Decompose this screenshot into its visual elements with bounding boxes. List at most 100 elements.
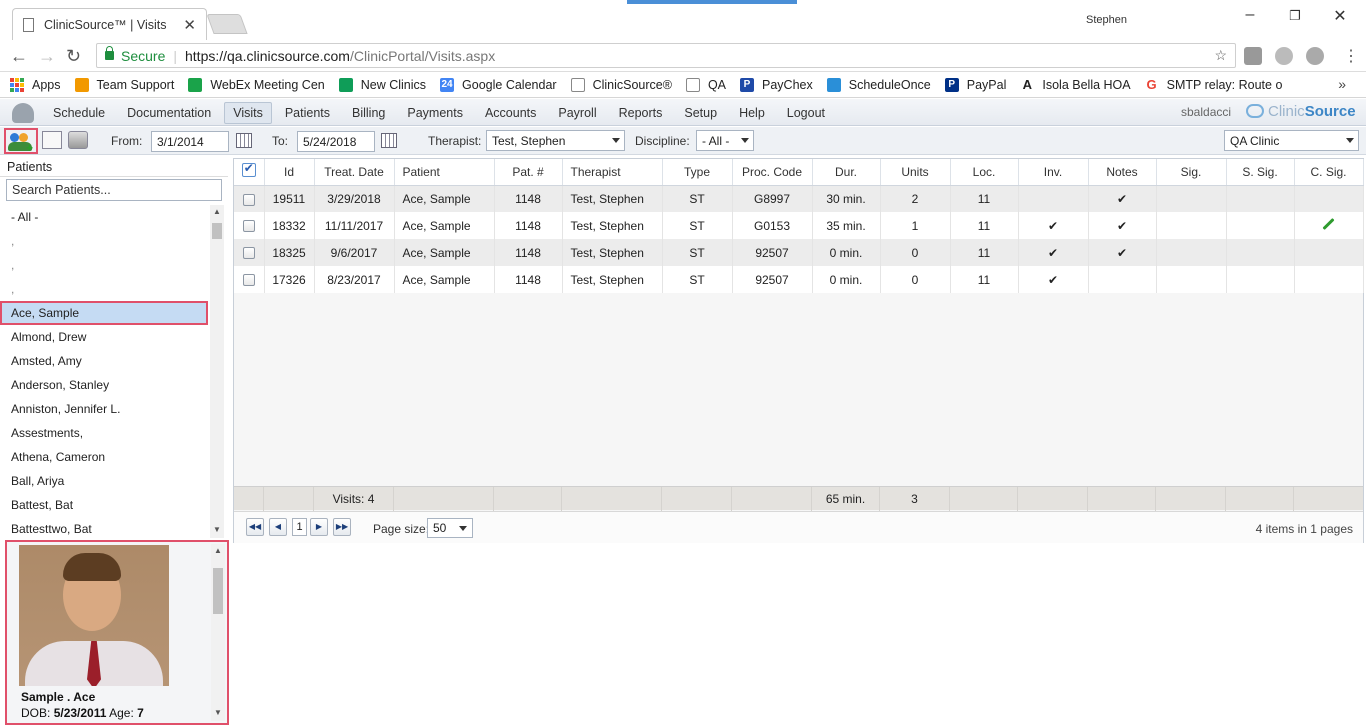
menu-billing[interactable]: Billing bbox=[343, 102, 394, 124]
pencil-icon[interactable] bbox=[1322, 217, 1335, 231]
row-select-cell[interactable] bbox=[234, 212, 265, 239]
scroll-up-icon[interactable]: ▲ bbox=[214, 546, 222, 555]
prev-page-icon[interactable]: ◀ bbox=[269, 518, 287, 536]
menu-payroll[interactable]: Payroll bbox=[549, 102, 605, 124]
column-header[interactable]: Sig. bbox=[1156, 159, 1227, 186]
column-header[interactable]: Pat. # bbox=[494, 159, 563, 186]
table-row[interactable]: 17326 8/23/2017 Ace, Sample 1148 Test, Steph… bbox=[234, 266, 1364, 293]
patient-list-item[interactable]: Anniston, Jennifer L. bbox=[0, 397, 210, 421]
patient-list-item[interactable]: Battest, Bat bbox=[0, 493, 210, 517]
bookmark-item[interactable]: 24 Google Calendar bbox=[440, 77, 557, 92]
patient-list-item[interactable]: , bbox=[0, 253, 210, 277]
menu-schedule[interactable]: Schedule bbox=[44, 102, 114, 124]
column-header[interactable]: Dur. bbox=[812, 159, 881, 186]
patient-list-item[interactable]: Athena, Cameron bbox=[0, 445, 210, 469]
row-checkbox[interactable] bbox=[242, 247, 255, 260]
page-size-select[interactable]: 50 bbox=[427, 518, 473, 538]
row-checkbox[interactable] bbox=[242, 220, 255, 233]
menu-documentation[interactable]: Documentation bbox=[118, 102, 220, 124]
print-icon[interactable] bbox=[68, 131, 88, 149]
patient-list-item[interactable]: Battesttwo, Bat bbox=[0, 517, 210, 538]
calendar-icon[interactable] bbox=[236, 133, 252, 148]
minimize-icon[interactable]: – bbox=[1230, 6, 1270, 24]
card-scrollbar[interactable]: ▲ ▼ bbox=[211, 544, 225, 721]
patient-list-item[interactable]: - All - bbox=[0, 205, 210, 229]
menu-setup[interactable]: Setup bbox=[675, 102, 726, 124]
menu-payments[interactable]: Payments bbox=[398, 102, 472, 124]
next-page-icon[interactable]: ▶ bbox=[310, 518, 328, 536]
patient-list-item[interactable]: , bbox=[0, 277, 210, 301]
extension-icon[interactable] bbox=[1306, 47, 1324, 65]
bookmark-item[interactable]: G SMTP relay: Route o bbox=[1145, 77, 1283, 92]
column-header[interactable]: C. Sig. bbox=[1294, 159, 1364, 186]
scroll-thumb[interactable] bbox=[212, 223, 222, 239]
table-row[interactable]: 18332 11/11/2017 Ace, Sample 1148 Test, Step… bbox=[234, 212, 1364, 239]
select-all-checkbox[interactable] bbox=[234, 159, 265, 186]
bookmark-item[interactable]: Apps bbox=[10, 77, 61, 92]
menu-logout[interactable]: Logout bbox=[778, 102, 834, 124]
search-patients-input[interactable]: Search Patients... bbox=[6, 179, 222, 201]
add-visit-button[interactable]: + bbox=[4, 128, 38, 155]
drive-icon[interactable] bbox=[1275, 47, 1293, 65]
column-header[interactable]: Id bbox=[264, 159, 315, 186]
menu-patients[interactable]: Patients bbox=[276, 102, 339, 124]
clinic-select[interactable]: QA Clinic bbox=[1224, 130, 1359, 151]
row-select-cell[interactable] bbox=[234, 239, 265, 266]
patient-list-item[interactable]: Ball, Ariya bbox=[0, 469, 210, 493]
row-checkbox[interactable] bbox=[242, 274, 255, 287]
column-header[interactable]: Treat. Date bbox=[314, 159, 395, 186]
bookmark-item[interactable]: New Clinics bbox=[338, 77, 426, 92]
extension-icon[interactable] bbox=[1244, 47, 1262, 65]
from-date-input[interactable]: 3/1/2014 bbox=[151, 131, 229, 152]
page-number[interactable]: 1 bbox=[292, 518, 307, 536]
bookmark-item[interactable]: ClinicSource® bbox=[570, 77, 672, 92]
window-profile-name[interactable]: Stephen bbox=[1086, 14, 1127, 26]
column-header[interactable]: S. Sig. bbox=[1226, 159, 1295, 186]
patient-list-item[interactable]: Almond, Drew bbox=[0, 325, 210, 349]
discipline-select[interactable]: - All - bbox=[696, 130, 754, 151]
patient-list-item[interactable]: Amsted, Amy bbox=[0, 349, 210, 373]
column-header[interactable]: Units bbox=[880, 159, 951, 186]
table-row[interactable]: 18325 9/6/2017 Ace, Sample 1148 Test, Stephe… bbox=[234, 239, 1364, 266]
bookmark-item[interactable]: ScheduleOnce bbox=[826, 77, 931, 92]
back-icon[interactable]: ← bbox=[10, 46, 28, 67]
row-checkbox[interactable] bbox=[242, 193, 255, 206]
therapist-select[interactable]: Test, Stephen bbox=[486, 130, 625, 151]
bookmark-star-icon[interactable]: ☆ bbox=[1214, 47, 1227, 64]
table-row[interactable]: 19511 3/29/2018 Ace, Sample 1148 Test, Steph… bbox=[234, 185, 1364, 212]
tab-close-icon[interactable]: ✕ bbox=[183, 16, 196, 34]
menu-help[interactable]: Help bbox=[730, 102, 774, 124]
forward-icon[interactable]: → bbox=[38, 46, 56, 67]
column-header[interactable]: Notes bbox=[1088, 159, 1157, 186]
row-select-cell[interactable] bbox=[234, 185, 265, 212]
column-header[interactable]: Proc. Code bbox=[732, 159, 813, 186]
restore-icon[interactable]: ❐ bbox=[1275, 8, 1315, 24]
url-field[interactable]: Secure | https://qa.clinicsource.com /Cl… bbox=[96, 43, 1236, 68]
window-close-icon[interactable]: ✕ bbox=[1320, 6, 1360, 26]
reload-icon[interactable]: ↻ bbox=[66, 46, 81, 67]
calendar-icon[interactable] bbox=[381, 133, 397, 148]
select-all-icon[interactable] bbox=[241, 161, 256, 178]
column-header[interactable]: Therapist bbox=[562, 159, 663, 186]
bookmark-item[interactable]: WebEx Meeting Cen bbox=[188, 77, 325, 92]
row-select-cell[interactable] bbox=[234, 266, 265, 293]
bookmark-item[interactable]: Team Support bbox=[74, 77, 174, 92]
first-page-icon[interactable]: ◀◀ bbox=[246, 518, 264, 536]
copy-icon[interactable] bbox=[42, 131, 62, 149]
patient-list-item[interactable]: Anderson, Stanley bbox=[0, 373, 210, 397]
menu-visits[interactable]: Visits bbox=[224, 101, 272, 124]
browser-tab[interactable]: ClinicSource™ | Visits ✕ bbox=[12, 8, 207, 40]
menu-accounts[interactable]: Accounts bbox=[476, 102, 545, 124]
patient-list-scrollbar[interactable]: ▲ ▼ bbox=[210, 205, 224, 538]
bookmark-item[interactable]: A Isola Bella HOA bbox=[1020, 77, 1131, 92]
column-header[interactable]: Inv. bbox=[1018, 159, 1089, 186]
new-tab-button[interactable] bbox=[206, 14, 248, 34]
scroll-up-icon[interactable]: ▲ bbox=[213, 207, 221, 216]
dashboard-dial-icon[interactable] bbox=[12, 103, 34, 123]
bookmarks-overflow-icon[interactable]: » bbox=[1338, 76, 1346, 92]
scroll-down-icon[interactable]: ▼ bbox=[213, 525, 221, 534]
menu-reports[interactable]: Reports bbox=[610, 102, 672, 124]
patient-list-item[interactable]: , bbox=[0, 229, 210, 253]
patient-list-item[interactable]: Assestments, bbox=[0, 421, 210, 445]
last-page-icon[interactable]: ▶▶ bbox=[333, 518, 351, 536]
